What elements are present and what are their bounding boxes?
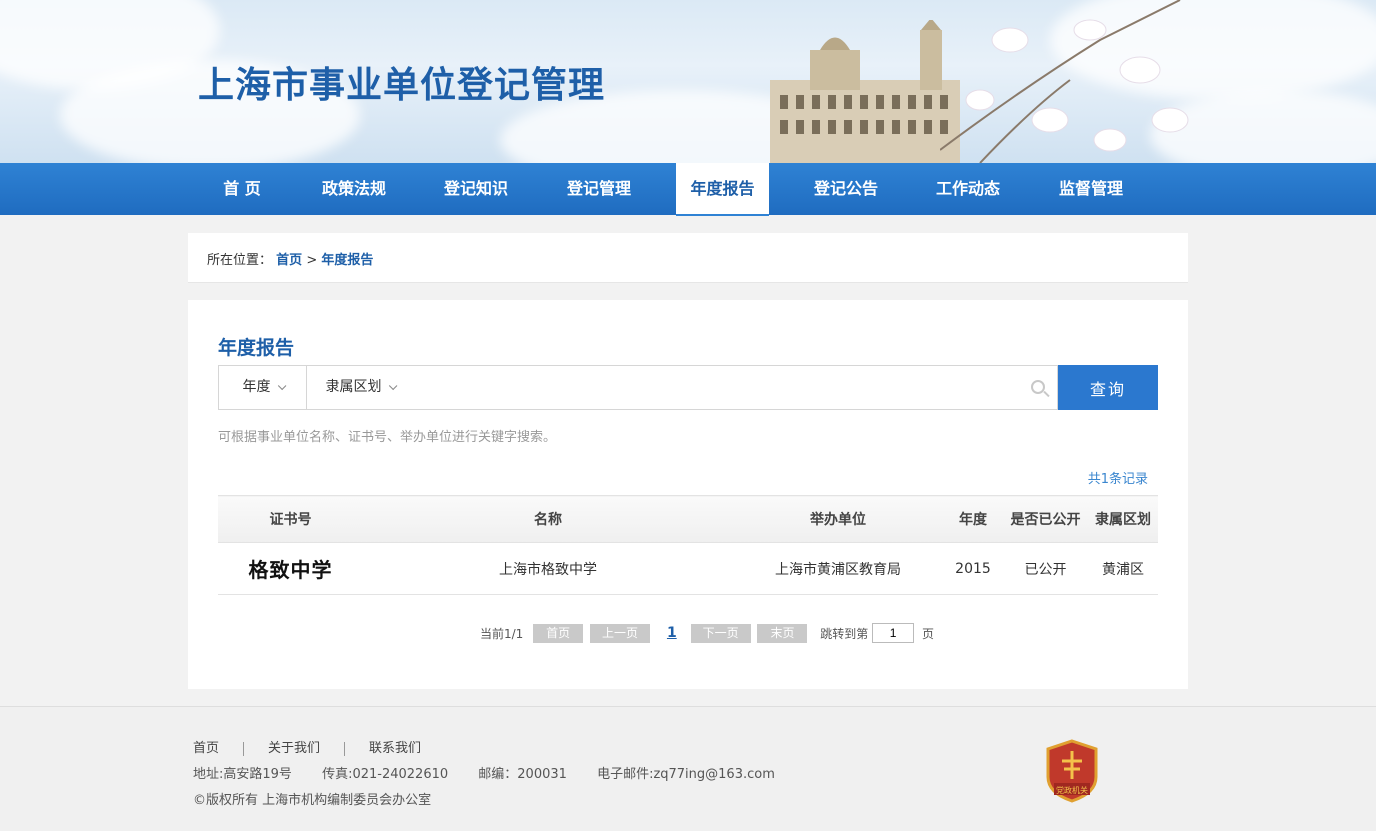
nav-item-knowledge[interactable]: 登记知识 <box>430 163 522 215</box>
footer-link-contact[interactable]: 联系我们 <box>369 741 421 756</box>
nav-item-annual-report[interactable]: 年度报告 <box>676 163 769 216</box>
main-panel: 年度报告 年度 隶属区划 查询 可根据事业单位名称、证书号、举办单位进行关键字搜… <box>188 300 1188 689</box>
header-banner: 上海市事业单位登记管理 <box>0 0 1376 163</box>
pager-prev-button[interactable]: 上一页 <box>589 623 650 643</box>
footer-fax: 传真:021-24022610 <box>322 767 449 782</box>
footer-contact-line: 地址:高安路19号 传真:021-24022610 邮编：200031 电子邮件… <box>193 763 801 782</box>
chevron-down-icon <box>388 381 397 391</box>
pager-current: 当前1/1 <box>480 626 524 641</box>
breadcrumb-box: 所在位置： 首页 > 年度报告 <box>188 233 1188 283</box>
breadcrumb: 所在位置： 首页 > 年度报告 <box>207 249 373 268</box>
footer-divider <box>243 741 245 756</box>
nav-item-announcement[interactable]: 登记公告 <box>800 163 892 215</box>
site-title: 上海市事业单位登记管理 <box>198 64 606 106</box>
query-button[interactable]: 查询 <box>1058 365 1158 410</box>
pager-first-button[interactable]: 首页 <box>533 623 584 643</box>
page-title: 年度报告 <box>218 337 295 359</box>
district: 黄浦区 <box>1088 542 1158 595</box>
pager-jump-prefix: 跳转到第 <box>820 626 869 641</box>
footer-links: 首页 关于我们 联系我们 <box>193 737 421 756</box>
footer-copyright: ©版权所有 上海市机构编制委员会办公室 <box>193 793 432 808</box>
col-public: 是否已公开 <box>1003 495 1088 543</box>
col-year: 年度 <box>943 495 1003 543</box>
pager-last-button[interactable]: 末页 <box>757 623 808 643</box>
footer-address: 地址:高安路19号 <box>193 767 292 782</box>
search-input[interactable] <box>412 366 1057 409</box>
nav-item-supervision[interactable]: 监督管理 <box>1045 163 1137 215</box>
table-row[interactable]: 格致中学 上海市格致中学 上海市黄浦区教育局 2015 已公开 黄浦区 <box>218 542 1158 595</box>
search-hint: 可根据事业单位名称、证书号、举办单位进行关键字搜索。 <box>218 430 557 445</box>
pagination: 当前1/1 首页 上一页 1 下一页 末页 跳转到第 页 <box>480 623 934 643</box>
pager-jump-suffix: 页 <box>921 626 934 641</box>
district-select[interactable]: 隶属区划 <box>306 365 413 410</box>
search-bar: 年度 隶属区划 查询 <box>218 365 1158 410</box>
report-year: 2015 <box>943 542 1003 595</box>
footer-email: 电子邮件:zq77ing@163.com <box>597 767 775 782</box>
breadcrumb-separator: > <box>306 253 318 268</box>
main-nav: 首 页 政策法规 登记知识 登记管理 年度报告 登记公告 工作动态 监督管理 <box>0 163 1376 216</box>
nav-item-registration[interactable]: 登记管理 <box>553 163 645 215</box>
footer: 首页 关于我们 联系我们 地址:高安路19号 传真:021-24022610 邮编：… <box>0 706 1376 831</box>
pager-jump-input[interactable] <box>872 623 915 643</box>
search-input-box <box>412 365 1058 410</box>
footer-postcode: 邮编：200031 <box>478 767 567 782</box>
public-status: 已公开 <box>1003 542 1088 595</box>
year-select[interactable]: 年度 <box>218 365 307 410</box>
unit-name[interactable]: 上海市格致中学 <box>363 542 733 595</box>
breadcrumb-home-link[interactable]: 首页 <box>276 253 302 268</box>
record-count: 共1条记录 <box>1087 472 1148 487</box>
nav-item-policy[interactable]: 政策法规 <box>308 163 400 215</box>
footer-divider <box>344 741 346 756</box>
col-cert: 证书号 <box>218 495 363 543</box>
nav-item-news[interactable]: 工作动态 <box>922 163 1014 215</box>
table-header-row: 证书号 名称 举办单位 年度 是否已公开 隶属区划 <box>218 495 1158 543</box>
col-name: 名称 <box>363 495 733 543</box>
footer-link-about[interactable]: 关于我们 <box>268 741 320 756</box>
sponsor-unit: 上海市黄浦区教育局 <box>733 542 943 595</box>
magnolia-decoration <box>940 0 1189 163</box>
pager-next-button[interactable]: 下一页 <box>690 623 751 643</box>
party-government-badge-icon[interactable]: 党政机关 <box>1046 739 1098 803</box>
badge-text: 党政机关 <box>1056 785 1088 795</box>
col-sponsor: 举办单位 <box>733 495 943 543</box>
results-table: 证书号 名称 举办单位 年度 是否已公开 隶属区划 格致中学 上海市格致中学 上… <box>218 495 1158 595</box>
col-district: 隶属区划 <box>1088 495 1158 543</box>
pager-page-1[interactable]: 1 <box>657 625 687 641</box>
district-select-label: 隶属区划 <box>325 379 382 395</box>
nav-item-home[interactable]: 首 页 <box>200 163 284 215</box>
year-select-label: 年度 <box>242 379 271 395</box>
cert-number: 格致中学 <box>248 558 333 582</box>
breadcrumb-current[interactable]: 年度报告 <box>321 253 373 268</box>
footer-link-home[interactable]: 首页 <box>193 741 219 756</box>
chevron-down-icon <box>277 381 286 391</box>
breadcrumb-prefix: 所在位置： <box>207 253 273 268</box>
search-icon[interactable] <box>1031 380 1045 394</box>
